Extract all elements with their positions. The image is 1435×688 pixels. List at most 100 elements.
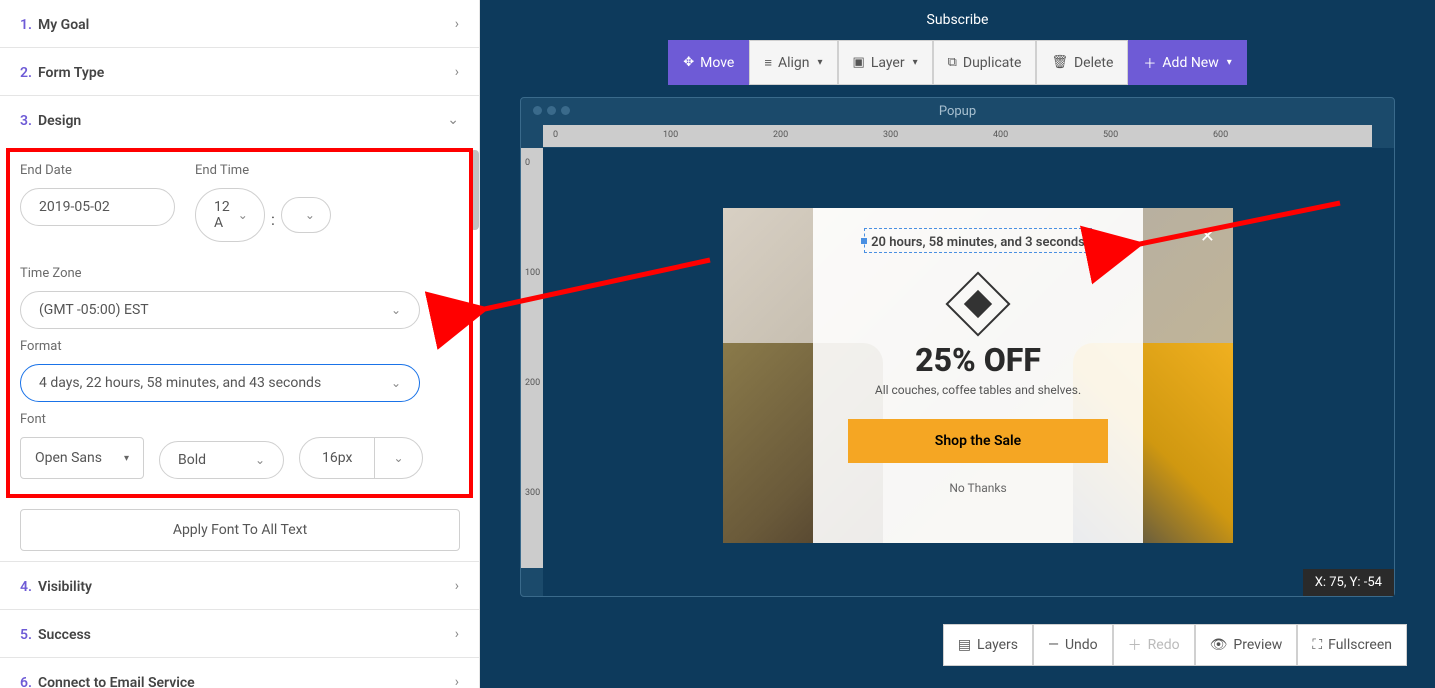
- layer-icon: ▣: [853, 55, 865, 70]
- step-num: 1.: [20, 17, 32, 33]
- undo-icon: —: [1048, 637, 1059, 653]
- step-my-goal[interactable]: 1. My Goal ›: [0, 0, 479, 47]
- chevron-down-icon: ⌄: [391, 303, 401, 317]
- undo-button[interactable]: — Undo: [1033, 624, 1113, 666]
- countdown-element[interactable]: 20 hours, 58 minutes, and 3 seconds: [864, 228, 1092, 253]
- ruler-tick: 200: [773, 130, 788, 140]
- font-weight-select[interactable]: Bold ⌄: [159, 441, 284, 479]
- chevron-down-icon: ⌄: [391, 376, 401, 390]
- design-panel: End Date 2019-05-02 End Time 12 A ⌄ :: [0, 143, 479, 499]
- logo-icon[interactable]: [945, 271, 1010, 336]
- ruler-tick: 600: [1213, 130, 1228, 140]
- layers-icon: ▤: [958, 637, 971, 653]
- step-title: Form Type: [38, 65, 104, 81]
- move-button[interactable]: ✥Move: [668, 40, 749, 85]
- apply-font-button[interactable]: Apply Font To All Text: [20, 509, 460, 551]
- duplicate-button[interactable]: ⧉Duplicate: [933, 40, 1037, 85]
- step-num: 5.: [20, 627, 32, 643]
- format-select[interactable]: 4 days, 22 hours, 58 minutes, and 43 sec…: [20, 364, 420, 402]
- ruler-tick: 300: [883, 130, 898, 140]
- step-connect-email[interactable]: 6.Connect to Email Service ›: [0, 658, 479, 688]
- chevron-down-icon: ⌄: [238, 208, 248, 222]
- delete-icon: 🗑: [1051, 55, 1068, 70]
- font-family-select[interactable]: Open Sans ▾: [20, 437, 144, 479]
- duplicate-icon: ⧉: [948, 55, 957, 70]
- delete-label: Delete: [1074, 55, 1113, 71]
- fullscreen-label: Fullscreen: [1328, 637, 1392, 653]
- step-form-type[interactable]: 2. Form Type ›: [0, 48, 479, 95]
- artboard[interactable]: ✕ 20 hours, 58 minutes, and 3 seconds 25…: [543, 148, 1394, 596]
- fullscreen-button[interactable]: ⛶ Fullscreen: [1297, 624, 1407, 666]
- window-dots: [533, 106, 570, 115]
- font-size-control[interactable]: 16px ⌄: [299, 437, 423, 479]
- popup-frame: Popup 0 100 200 300 0 100 200 300 400 50…: [520, 97, 1395, 597]
- timezone-select[interactable]: (GMT -05:00) EST ⌄: [20, 291, 420, 329]
- chevron-down-icon: ⌄: [447, 112, 459, 128]
- countdown-text: 20 hours, 58 minutes, and 3 seconds: [871, 235, 1085, 250]
- sidebar: 1. My Goal › 2. Form Type › 3.Design ⌄ End…: [0, 0, 480, 688]
- step-num: 4.: [20, 579, 32, 595]
- layers-button[interactable]: ▤Layers: [943, 624, 1033, 666]
- popup-subheading[interactable]: All couches, coffee tables and shelves.: [875, 383, 1081, 397]
- chevron-right-icon: ›: [455, 64, 459, 80]
- fullscreen-icon: ⛶: [1312, 637, 1322, 653]
- dot-icon: [561, 106, 570, 115]
- layer-label: Layer: [871, 55, 905, 71]
- canvas-title: Subscribe: [480, 0, 1435, 40]
- step-title: Success: [38, 627, 91, 643]
- end-date-input[interactable]: 2019-05-02: [20, 188, 175, 226]
- font-weight-value: Bold: [178, 452, 206, 468]
- step-num: 3.: [20, 113, 32, 129]
- chevron-right-icon: ›: [455, 626, 459, 642]
- frame-title: Popup: [521, 98, 1394, 125]
- step-num: 2.: [20, 65, 32, 81]
- step-title: Visibility: [38, 579, 92, 595]
- resize-handle-left[interactable]: [861, 238, 867, 244]
- end-time-hour-value: 12 A: [214, 199, 230, 231]
- resize-handle-right[interactable]: [1089, 238, 1095, 244]
- step-num: 6.: [20, 675, 32, 688]
- caret-down-icon: ▾: [817, 57, 822, 68]
- popup-heading[interactable]: 25% OFF: [915, 341, 1041, 379]
- redo-button[interactable]: ＋Redo: [1113, 624, 1195, 666]
- add-new-label: Add New: [1162, 55, 1218, 71]
- cta-button[interactable]: Shop the Sale: [848, 419, 1108, 463]
- ruler-tick: 500: [1103, 130, 1118, 140]
- ruler-tick: 100: [525, 268, 540, 278]
- font-label: Font: [20, 412, 459, 427]
- plus-icon: ＋: [1143, 53, 1156, 72]
- format-value: 4 days, 22 hours, 58 minutes, and 43 sec…: [39, 375, 321, 391]
- step-success[interactable]: 5. Success ›: [0, 610, 479, 657]
- align-button[interactable]: ≡Align▾: [749, 40, 837, 85]
- end-time-min-select[interactable]: ⌄: [281, 197, 331, 233]
- layer-button[interactable]: ▣Layer▾: [838, 40, 933, 85]
- end-time-hour-select[interactable]: 12 A ⌄: [195, 188, 265, 242]
- close-icon[interactable]: ✕: [1200, 226, 1215, 247]
- ruler-vertical: 0 100 200 300: [521, 148, 543, 568]
- eye-icon: 👁: [1210, 637, 1228, 653]
- delete-button[interactable]: 🗑 Delete: [1036, 40, 1128, 85]
- coordinates-readout: X: 75, Y: -54: [1303, 569, 1394, 596]
- end-time-label: End Time: [195, 163, 331, 178]
- preview-label: Preview: [1233, 637, 1282, 653]
- popup-preview[interactable]: ✕ 20 hours, 58 minutes, and 3 seconds 25…: [723, 208, 1233, 543]
- preview-button[interactable]: 👁 Preview: [1195, 624, 1298, 666]
- step-visibility[interactable]: 4.Visibility ›: [0, 562, 479, 609]
- chevron-right-icon: ›: [455, 16, 459, 32]
- align-icon: ≡: [764, 55, 772, 71]
- ruler-tick: 300: [525, 488, 540, 498]
- redo-icon: ＋: [1128, 635, 1142, 655]
- no-thanks-link[interactable]: No Thanks: [949, 481, 1006, 495]
- ruler-horizontal: 0 100 200 300 400 500 600: [543, 125, 1372, 147]
- end-date-value: 2019-05-02: [39, 199, 110, 215]
- undo-label: Undo: [1065, 637, 1098, 653]
- move-icon: ✥: [683, 55, 694, 70]
- timezone-label: Time Zone: [20, 266, 459, 281]
- canvas-area: Subscribe ✥Move ≡Align▾ ▣ Layer ▾ ⧉Duplica…: [480, 0, 1435, 688]
- step-design[interactable]: 3.Design ⌄: [0, 96, 479, 143]
- ruler-tick: 0: [525, 158, 530, 168]
- ruler-tick: 400: [993, 130, 1008, 140]
- caret-down-icon: ▾: [1227, 57, 1232, 68]
- step-title: My Goal: [38, 17, 89, 33]
- add-new-button[interactable]: ＋ Add New ▾: [1128, 40, 1246, 85]
